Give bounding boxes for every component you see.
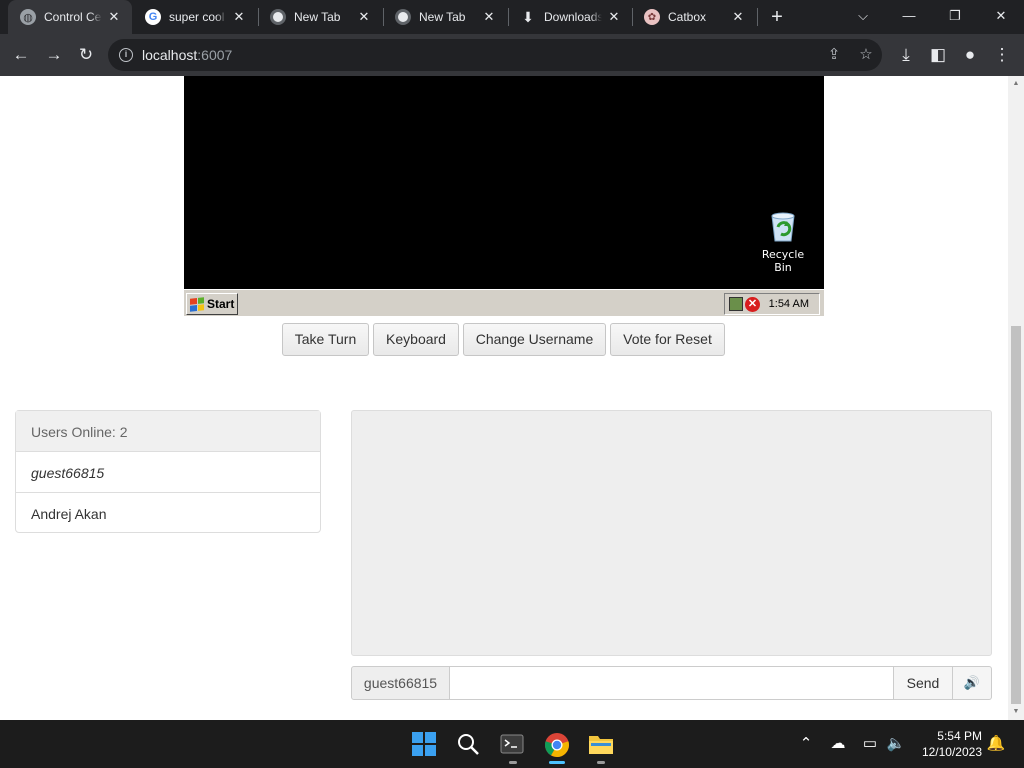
google-icon: G	[145, 9, 161, 25]
chrome-icon	[395, 9, 411, 25]
volume-icon[interactable]: 🔈	[886, 734, 906, 752]
tab-new-tab-2[interactable]: New Tab ✕	[383, 0, 507, 34]
address-bar[interactable]: i localhost:6007 ⇪ ☆	[108, 39, 882, 71]
start-label: Start	[207, 297, 235, 311]
minimize-icon[interactable]: —	[886, 0, 932, 34]
restore-icon[interactable]: ❐	[932, 0, 978, 34]
tab-title: New Tab	[419, 10, 466, 24]
chat-username-label: guest66815	[351, 666, 450, 700]
back-arrow-icon[interactable]: ←	[9, 43, 33, 67]
network-icon[interactable]: ▭	[860, 734, 880, 752]
menu-kebab-icon[interactable]: ⋮	[990, 43, 1014, 67]
site-info-icon[interactable]: i	[119, 48, 133, 62]
bookmark-star-icon[interactable]: ☆	[856, 45, 876, 63]
users-online-header: Users Online: 2	[16, 411, 320, 452]
vote-reset-button[interactable]: Vote for Reset	[610, 323, 725, 356]
downloads-icon[interactable]: ⤓	[894, 43, 918, 67]
page-content: Recycle Bin Start ✕ 1:54 AM Take Turn Ke…	[0, 76, 1008, 720]
chat-input-bar: guest66815 Send 🔊	[351, 666, 992, 700]
scroll-down-icon[interactable]: ▼	[1012, 708, 1020, 716]
recycle-bin-label: Recycle Bin	[761, 248, 805, 274]
notification-bell-icon[interactable]: 🔔	[986, 734, 1006, 752]
recycle-bin-desktop-icon[interactable]: Recycle Bin	[752, 212, 814, 274]
tab-catbox[interactable]: ✿ Catbox ✕	[632, 0, 756, 34]
url-text[interactable]: localhost:6007	[142, 47, 232, 63]
vm-screen[interactable]: Recycle Bin Start ✕ 1:54 AM	[184, 76, 824, 316]
windows-start-icon[interactable]	[412, 732, 438, 758]
vm-system-tray: ✕ 1:54 AM	[724, 293, 820, 315]
search-icon[interactable]	[456, 732, 482, 758]
start-button[interactable]: Start	[186, 293, 238, 315]
tab-new-tab-1[interactable]: New Tab ✕	[258, 0, 382, 34]
sound-toggle-icon[interactable]: 🔊	[953, 666, 992, 700]
vm-taskbar: Start ✕ 1:54 AM	[184, 289, 824, 316]
chrome-taskbar-icon[interactable]	[544, 732, 570, 758]
browser-tab-strip: ◍ Control Center ✕ G super cool ✕ New Ta…	[0, 0, 1024, 34]
close-icon[interactable]: ✕	[481, 9, 497, 25]
close-icon[interactable]: ✕	[606, 9, 622, 25]
share-icon[interactable]: ⇪	[824, 45, 844, 63]
tab-title: Catbox	[668, 10, 707, 24]
chat-message-input[interactable]	[450, 666, 894, 700]
terminal-icon[interactable]	[500, 732, 526, 758]
chevron-up-icon[interactable]: ⌃	[796, 734, 816, 752]
close-icon[interactable]: ✕	[730, 9, 746, 25]
clock-date: 12/10/2023	[921, 745, 982, 759]
tab-separator	[757, 8, 758, 26]
reload-icon[interactable]: ↻	[74, 43, 98, 67]
browser-toolbar: ← → ↻ i localhost:6007 ⇪ ☆ ⤓ ◧ ● ⋮	[0, 34, 1024, 76]
error-icon[interactable]: ✕	[745, 297, 760, 312]
tab-title: New Tab	[294, 10, 341, 24]
scrollbar-thumb[interactable]	[1011, 326, 1021, 704]
keyboard-button[interactable]: Keyboard	[373, 323, 459, 356]
tab-title: Control Center	[44, 10, 102, 24]
windows-flag-icon	[190, 296, 204, 312]
users-online-panel: Users Online: 2 guest66815 Andrej Akan	[15, 410, 321, 533]
catbox-icon: ✿	[644, 9, 660, 25]
file-explorer-icon[interactable]	[588, 732, 614, 758]
download-icon: ⬇	[522, 8, 534, 25]
profile-icon[interactable]: ●	[958, 43, 982, 67]
user-list-item: guest66815	[16, 452, 320, 493]
globe-icon: ◍	[20, 9, 36, 25]
forward-arrow-icon[interactable]: →	[42, 43, 66, 67]
tab-downloads[interactable]: ⬇ Downloads ✕	[508, 0, 632, 34]
take-turn-button[interactable]: Take Turn	[282, 323, 369, 356]
network-icon[interactable]	[729, 297, 743, 311]
recycle-bin-icon	[769, 212, 797, 242]
send-button[interactable]: Send	[894, 666, 953, 700]
scroll-up-icon[interactable]: ▲	[1012, 80, 1020, 88]
tab-search-icon[interactable]: ⌵	[840, 0, 886, 34]
running-indicator	[509, 761, 517, 764]
clock-time: 5:54 PM	[937, 729, 982, 743]
tab-super-cool[interactable]: G super cool ✕	[133, 0, 257, 34]
side-panel-icon[interactable]: ◧	[926, 43, 950, 67]
active-indicator	[549, 761, 565, 764]
close-icon[interactable]: ✕	[106, 9, 122, 25]
close-icon[interactable]: ✕	[231, 9, 247, 25]
change-username-button[interactable]: Change Username	[463, 323, 606, 356]
tab-title: super cool	[169, 10, 225, 24]
onedrive-icon[interactable]: ☁	[828, 734, 848, 752]
user-list-item: Andrej Akan	[31, 506, 107, 522]
tab-title: Downloads	[544, 10, 602, 24]
close-window-icon[interactable]: ✕	[978, 0, 1024, 34]
chrome-icon	[270, 9, 286, 25]
close-icon[interactable]: ✕	[356, 9, 372, 25]
page-scrollbar[interactable]: ▲ ▼	[1008, 76, 1024, 720]
chat-messages-panel	[351, 410, 992, 656]
windows-taskbar: ⌃ ☁ ▭ 🔈 5:54 PM 12/10/2023 🔔	[0, 720, 1024, 768]
tab-control-center[interactable]: ◍ Control Center ✕	[8, 0, 132, 34]
system-clock[interactable]: 5:54 PM 12/10/2023	[916, 728, 982, 760]
new-tab-button[interactable]: +	[765, 6, 789, 28]
vm-clock: 1:54 AM	[768, 298, 809, 310]
running-indicator	[597, 761, 605, 764]
